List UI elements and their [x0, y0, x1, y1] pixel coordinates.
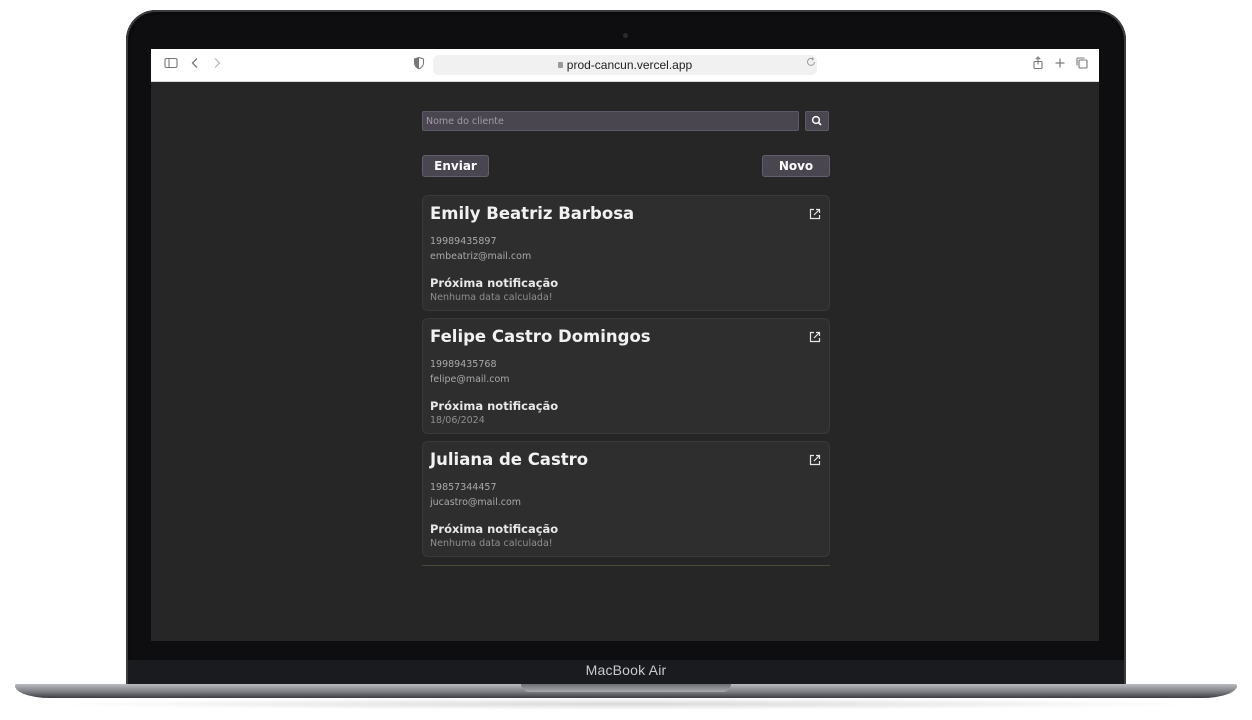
address-bar-url: prod-cancun.vercel.app [433, 55, 817, 75]
client-card[interactable]: Felipe Castro Domingos 19989435768 felip… [422, 318, 830, 434]
send-button[interactable]: Enviar [422, 155, 489, 177]
tabs-overview-icon[interactable] [1074, 56, 1090, 72]
client-email: embeatriz@mail.com [430, 251, 532, 262]
client-phone: 19989435897 [430, 236, 497, 247]
client-name: Emily Beatriz Barbosa [430, 204, 635, 223]
back-icon[interactable] [187, 56, 203, 72]
browser-toolbar: prod-cancun.vercel.app [151, 49, 1099, 82]
camera-icon [623, 33, 628, 38]
next-notification-value: 18/06/2024 [430, 415, 485, 426]
new-tab-icon[interactable] [1052, 56, 1068, 72]
next-notification-label: Próxima notificação [430, 276, 559, 290]
reload-icon[interactable] [803, 56, 819, 72]
device-brand-label: MacBook Air [585, 662, 667, 678]
client-card[interactable]: Juliana de Castro 19857344457 jucastro@m… [422, 441, 830, 557]
client-name: Felipe Castro Domingos [430, 327, 651, 346]
client-name: Juliana de Castro [430, 450, 589, 469]
send-button-label: Enviar [434, 159, 477, 173]
url-text: prod-cancun.vercel.app [566, 58, 693, 72]
sidebar-icon[interactable] [163, 56, 179, 72]
client-card[interactable]: Emily Beatriz Barbosa 19989435897 embeat… [422, 195, 830, 311]
client-phone: 19857344457 [430, 482, 497, 493]
browser-window: prod-cancun.vercel.app Enviar Novo [151, 49, 1099, 641]
laptop-mockup: prod-cancun.vercel.app Enviar Novo [0, 0, 1252, 720]
open-external-icon[interactable] [809, 451, 821, 466]
search-button[interactable] [805, 111, 829, 131]
next-notification-value: Nenhuma data calculada! [430, 292, 553, 303]
next-notification-label: Próxima notificação [430, 522, 559, 536]
address-bar[interactable]: prod-cancun.vercel.app [433, 55, 817, 75]
next-notification-value: Nenhuma data calculada! [430, 538, 553, 549]
client-phone: 19989435768 [430, 359, 497, 370]
share-icon[interactable] [1030, 56, 1046, 72]
open-external-icon[interactable] [809, 205, 821, 220]
new-client-button-label: Novo [778, 159, 814, 173]
next-notification-label: Próxima notificação [430, 399, 559, 413]
search-icon [811, 115, 822, 126]
client-email: jucastro@mail.com [430, 497, 522, 508]
client-email: felipe@mail.com [430, 374, 510, 385]
laptop-hinge-notch [521, 684, 731, 692]
laptop-shadow [40, 698, 1212, 710]
open-external-icon[interactable] [809, 328, 821, 343]
list-divider [422, 565, 830, 566]
lock-icon [557, 61, 563, 68]
client-search-input[interactable] [422, 111, 799, 131]
forward-icon[interactable] [209, 56, 225, 72]
privacy-shield-icon[interactable] [411, 56, 427, 72]
new-client-button[interactable]: Novo [762, 155, 830, 177]
